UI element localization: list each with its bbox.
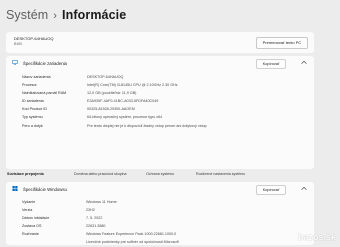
spec-row: Typ systému 64-bitový operačný systém, pr… [6,114,314,122]
spec-label: Rozhranie [22,232,39,237]
windows-specs-rows: Vydanie Windows 11 Home Verzia 23H2 Dátum … [6,198,314,247]
spec-value: Windows Feature Experience Pack 1000.226… [86,232,177,237]
link-system-protection[interactable]: Ochrana systému [146,172,174,176]
spec-row: ID zariadenia E3A930F-4AF0-41BC-A033-5FDF… [6,98,314,106]
breadcrumb-system[interactable]: Systém [6,8,48,22]
spec-row: Nainštalovaná pamäť RAM 12,0 GB (použiteľ… [6,89,314,97]
device-specs-title: Špecifikácie zariadenia [23,60,67,66]
spec-row: Procesor Intel(R) Core(TM) i3-8145U CPU @… [6,81,314,89]
spec-row: Dátum inštalácie 7. 5. 2022 [6,214,314,222]
spec-row: Kód Product ID 00325-81528-29300-AAOEM [6,106,314,114]
related-links-label: Súvisiace prepojenia [7,172,44,176]
windows-specs-panel: Špecifikácie Windowsu Kopírovať Vydanie W… [6,182,314,245]
breadcrumb-separator: › [53,10,58,22]
license-terms-link[interactable]: Licenčné podmienky pre softvér od spoloč… [86,240,179,244]
spec-value: Pre tento displej nie je k dispozícii ži… [87,123,207,128]
spec-label: Procesor [22,82,37,87]
spec-label: Pero a dotyk [22,123,43,128]
spec-value: 22631.3880 [86,224,106,229]
device-model: B450 [14,42,23,46]
spec-row: Licenčné podmienky pre softvér od spoloč… [6,239,314,247]
chevron-up-icon[interactable] [301,60,307,65]
spec-value: 64-bitový operačný systém, procesor typu… [87,115,163,120]
related-links: Súvisiace prepojenia Doména alebo pracov… [6,169,314,181]
spec-label: Kód Product ID [22,107,48,112]
spec-label: ID zariadenia [22,99,44,104]
spec-value: Intel(R) Core(TM) i3-8145U CPU @ 2.10GHz… [87,82,178,87]
spec-row: Zostava OS 22631.3880 [6,223,314,231]
device-specs-rows: Názov zariadenia DESKTOP-64HAUOQ Procesor… [6,73,314,130]
spec-row: Vydanie Windows 11 Home [6,198,314,206]
spec-row: Pero a dotyk Pre tento displej nie je k d… [6,122,314,130]
copy-windows-specs-button[interactable]: Kopírovať [256,185,286,195]
spec-label: Dátum inštalácie [22,215,50,220]
link-domain-workgroup[interactable]: Doména alebo pracovná skupina [74,172,127,176]
device-card: DESKTOP-64HAUOQ B450 Premenovať tento PC [6,32,314,53]
rename-pc-button[interactable]: Premenovať tento PC [256,37,308,49]
link-advanced-system-settings[interactable]: Rozšírené nastavenia systému [196,172,245,176]
spec-value: 7. 5. 2022 [86,215,103,220]
chevron-up-icon[interactable] [301,186,307,191]
spec-value: E3A930F-4AF0-41BC-A033-5FDFA40C049 [87,99,159,104]
spec-value: 00325-81528-29300-AAOEM [87,107,135,112]
spec-label: Vydanie [22,199,36,204]
breadcrumb: Systém › Informácie [6,8,126,22]
spec-label: Verzia [22,207,33,212]
spec-label: Zostava OS [22,224,42,229]
page-title: Informácie [62,8,127,22]
device-specs-header[interactable]: Špecifikácie zariadenia Kopírovať [6,56,314,69]
spec-label: Názov zariadenia [22,74,51,79]
windows-specs-title: Špecifikácie Windowsu [23,186,67,192]
spec-label: Nainštalovaná pamäť RAM [22,90,67,95]
spec-row: Rozhranie Windows Feature Experience Pack… [6,231,314,239]
spec-value: 12,0 GB (použiteľná: 11,9 GB) [87,90,137,95]
windows-logo-icon [12,186,18,191]
spec-row: Názov zariadenia DESKTOP-64HAUOQ [6,73,314,81]
copy-device-specs-button[interactable]: Kopírovať [256,59,286,69]
spec-label: Typ systému [22,115,43,120]
spec-row: Verzia 23H2 [6,206,314,214]
device-specs-panel: Špecifikácie zariadenia Kopírovať Názov … [6,56,314,169]
spec-value: DESKTOP-64HAUOQ [87,74,124,79]
spec-value: Windows 11 Home [86,199,117,204]
monitor-icon [12,60,18,65]
device-name: DESKTOP-64HAUOQ [14,36,54,41]
windows-specs-header[interactable]: Špecifikácie Windowsu Kopírovať [6,182,314,195]
watermark: bazos.sk [297,232,336,242]
spec-value: 23H2 [86,207,95,212]
